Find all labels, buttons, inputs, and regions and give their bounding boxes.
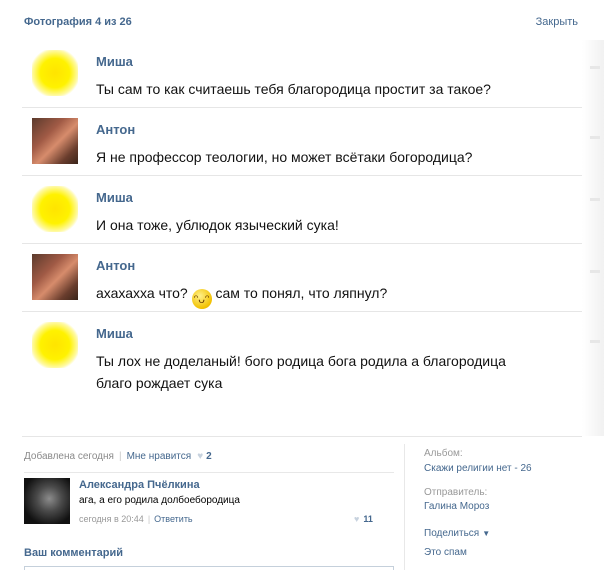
message-text: Я не профессор теологии, но может всётак… [96,149,473,165]
edge-mark [590,270,600,273]
message-text: И она тоже, ублюдок языческий сука! [96,217,339,233]
chat-message: Миша Ты лох не доделаный! бого родица бо… [22,312,582,436]
sidebar-divider [404,444,405,570]
album-label: Альбом: [424,448,463,459]
edge-mark [590,198,600,201]
comment-text: ага, а его родила долбоебородица [79,495,240,506]
edge-mark [590,136,600,139]
blurred-avatar [32,322,78,368]
heart-icon: ♥ [354,514,360,524]
message-text-line: благо рождает сука [96,375,223,391]
message-text-part: сам то понял, что ляпнул? [215,285,388,301]
share-label: Поделиться [424,528,480,539]
photo-counter-title: Фотография 4 из 26 [24,16,132,28]
heart-icon: ♥ [197,451,204,462]
added-date: Добавлена сегодня [24,451,114,462]
sender-link[interactable]: Галина Мороз [424,501,489,512]
photo-avatar [32,118,78,164]
blurred-avatar [32,50,78,96]
page-edge-shadow [582,40,604,436]
photo-viewer-header: Фотография 4 из 26 Закрыть [0,0,604,40]
photo-image: Миша Ты сам то как считаешь тебя благоро… [22,40,582,436]
share-button[interactable]: Поделиться ▼ [424,528,490,539]
your-comment-label: Ваш комментарий [24,547,124,559]
chat-message: Антон ахахахха что? ᵔᴗᵔ сам то понял, чт… [22,244,582,312]
separator: | [118,451,122,462]
message-text-part: ахахахха что? [96,285,188,301]
message-author: Миша [96,54,133,69]
sender-label: Отправитель: [424,487,488,498]
separator: | [147,514,151,524]
chat-message: Миша И она тоже, ублюдок языческий сука! [22,176,582,244]
message-author: Антон [96,258,136,273]
photo-avatar [32,254,78,300]
message-text: Ты сам то как считаешь тебя благородица … [96,81,491,97]
photo-divider [22,436,582,437]
chevron-down-icon: ▼ [482,529,491,538]
comment-time: сегодня в 20:44 [79,514,144,524]
photo-meta: Добавлена сегодня | Мне нравится ♥ 2 [24,451,212,462]
chat-message: Миша Ты сам то как считаешь тебя благоро… [22,40,582,108]
message-text-line: Ты лох не доделаный! бого родица бога ро… [96,353,506,369]
message-author: Миша [96,190,133,205]
album-link[interactable]: Скажи религии нет - 26 [424,463,532,474]
blurred-avatar [32,186,78,232]
edge-mark [590,340,600,343]
message-text: ахахахха что? ᵔᴗᵔ сам то понял, что ляпн… [96,282,566,309]
edge-mark [590,66,600,69]
laughing-face-emoji-icon: ᵔᴗᵔ [191,289,212,309]
comment-author-link[interactable]: Александра Пчёлкина [79,479,200,491]
comment-like-button[interactable]: ♥ 11 [354,514,373,524]
reply-link[interactable]: Ответить [154,514,192,524]
comment-meta: сегодня в 20:44 | Ответить [79,514,193,524]
chat-message: Антон Я не профессор теологии, но может … [22,108,582,176]
comment-input[interactable] [24,566,394,570]
message-text: Ты лох не доделаный! бого родица бога ро… [96,350,566,394]
report-spam-link[interactable]: Это спам [424,547,467,558]
like-button[interactable]: Мне нравится [127,451,192,462]
like-count: 2 [206,451,212,462]
comment-separator [24,472,394,473]
close-link[interactable]: Закрыть [536,16,578,28]
message-author: Миша [96,326,133,341]
comment-like-count: 11 [363,514,373,524]
commenter-avatar[interactable] [24,478,70,524]
message-author: Антон [96,122,136,137]
